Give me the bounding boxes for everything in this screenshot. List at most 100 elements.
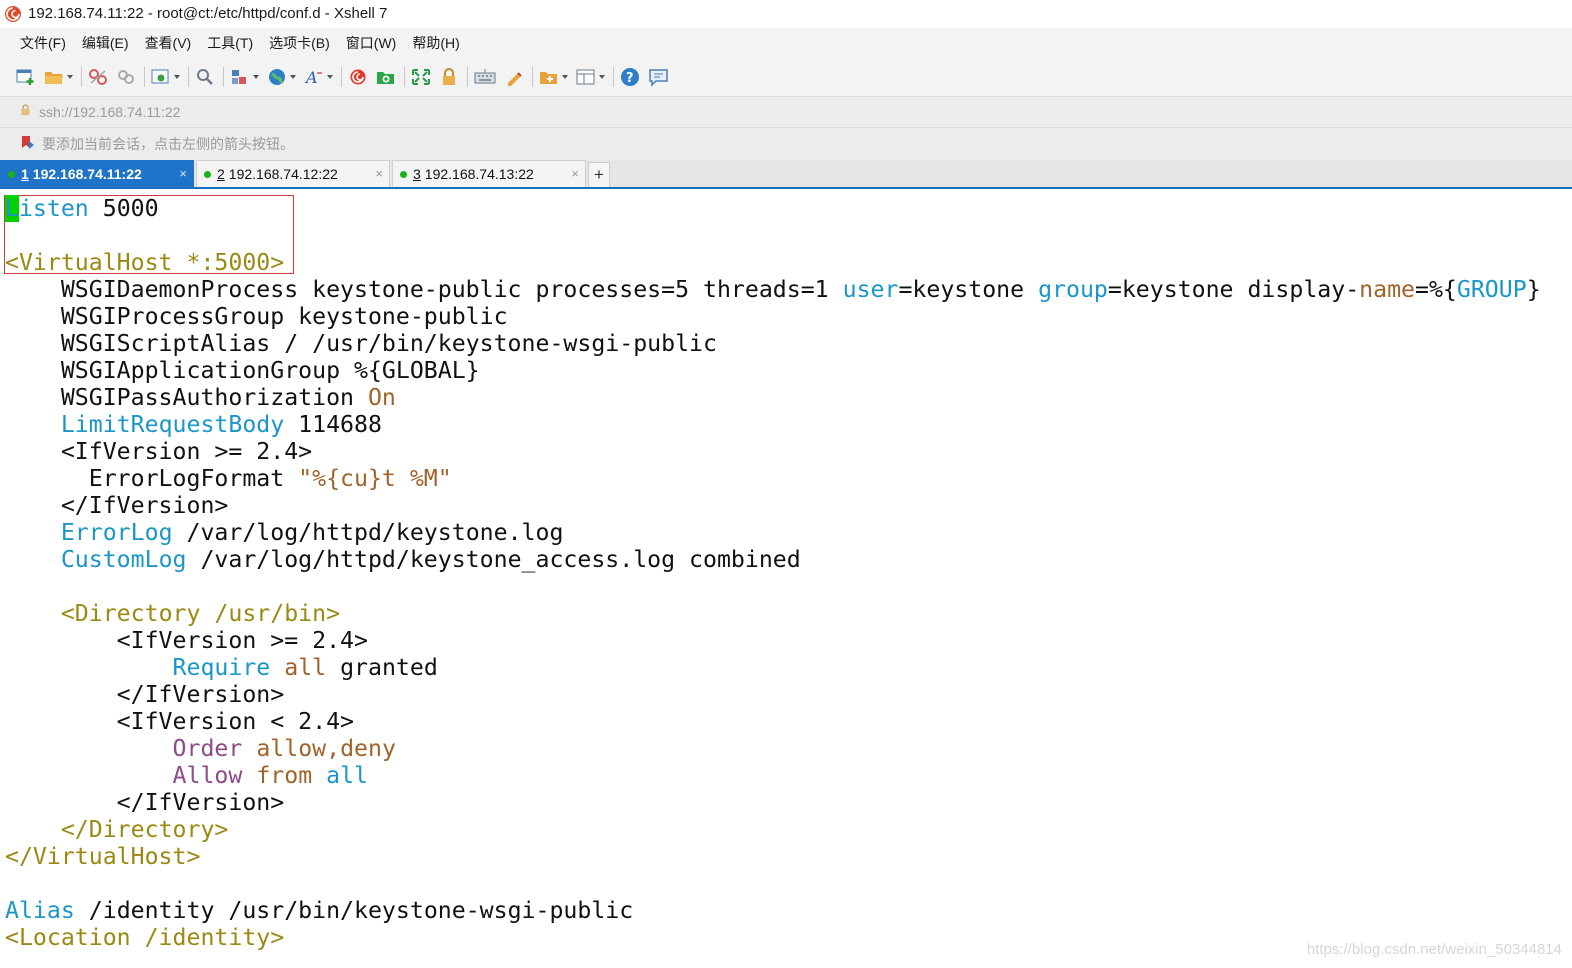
terminal-line: </IfVersion> (5, 681, 285, 708)
terminal-text: "%{cu}t %M" (298, 465, 452, 492)
terminal-line: </Directory> (5, 816, 229, 843)
terminal-text: WSGIPassAuthorization (5, 384, 368, 411)
close-tab-icon[interactable]: × (571, 166, 579, 181)
terminal-line: Listen 5000 (5, 195, 159, 222)
tab-session-2[interactable]: 2 192.168.74.12:22 × (196, 160, 390, 187)
globe-icon[interactable] (267, 68, 296, 86)
menu-tools[interactable]: 工具(T) (207, 33, 253, 53)
terminal-text: =%{ (1415, 276, 1457, 303)
font-icon[interactable]: A (304, 68, 333, 86)
terminal-line: </VirtualHost> (5, 843, 200, 870)
keyboard-icon[interactable] (474, 68, 496, 86)
terminal-text: GROUP (1456, 276, 1527, 303)
address-input[interactable]: ssh://192.168.74.11:22 (39, 104, 180, 120)
terminal-line: <IfVersion >= 2.4> (5, 627, 368, 654)
terminal-text: <IfVersion >= 2.4> (5, 627, 368, 654)
new-session-icon[interactable] (16, 68, 36, 86)
terminal-text: from (256, 762, 313, 789)
terminal-line: <Directory /usr/bin> (5, 600, 340, 627)
add-tab-button[interactable]: + (588, 162, 610, 187)
layout-icon[interactable] (576, 68, 605, 86)
terminal-text: name (1359, 276, 1415, 303)
terminal-text: /var/log/httpd/keystone.log (172, 519, 564, 546)
terminal-text: all (284, 654, 327, 681)
terminal-text: group (1038, 276, 1108, 303)
help-icon[interactable]: ? (620, 67, 640, 87)
terminal-line: WSGIPassAuthorization On (5, 384, 396, 411)
menu-file[interactable]: 文件(F) (20, 33, 66, 53)
terminal-cursor: L (5, 195, 19, 222)
terminal-text: =keystone (898, 276, 1039, 303)
terminal-line: Allow from all (5, 762, 368, 789)
terminal-line: LimitRequestBody 114688 (5, 411, 382, 438)
terminal-text: Allow (172, 762, 243, 789)
terminal-text: </VirtualHost> (5, 843, 201, 870)
terminal-text: user (842, 276, 899, 303)
connected-dot-icon (8, 170, 15, 178)
disconnect-icon[interactable] (88, 68, 108, 86)
terminal-text: ErrorLogFormat (5, 465, 299, 492)
terminal-text: LimitRequestBody (60, 411, 285, 438)
highlight-icon[interactable] (504, 68, 524, 86)
menu-view[interactable]: 查看(V) (145, 33, 192, 53)
open-folder-icon[interactable] (44, 68, 73, 86)
svg-text:A: A (304, 68, 318, 86)
tab-number: 1 (21, 166, 29, 182)
terminal-line: ErrorLogFormat "%{cu}t %M" (5, 465, 452, 492)
terminal-line: CustomLog /var/log/httpd/keystone_access… (5, 546, 801, 573)
xshell-logo-icon (4, 5, 22, 23)
tab-session-1[interactable]: 1 192.168.74.11:22 × (0, 160, 194, 187)
terminal-line: <IfVersion < 2.4> (5, 708, 354, 735)
tab-session-3[interactable]: 3 192.168.74.13:22 × (392, 160, 586, 187)
close-tab-icon[interactable]: × (375, 166, 383, 181)
terminal-line: Alias /identity /usr/bin/keystone-wsgi-p… (5, 897, 633, 924)
bookmark-arrow-icon[interactable] (20, 134, 36, 155)
svg-text:?: ? (626, 71, 634, 86)
connected-dot-icon (204, 170, 211, 178)
terminal-line: WSGIDaemonProcess keystone-public proces… (5, 276, 1541, 303)
session-tab-bar: 1 192.168.74.11:22 × 2 192.168.74.12:22 … (0, 160, 1572, 189)
terminal-text: Require (172, 654, 271, 681)
tab-number: 3 (413, 166, 421, 182)
xshell-icon[interactable] (348, 68, 368, 86)
find-icon[interactable] (195, 68, 215, 86)
terminal-text: /var/log/httpd/keystone_access.log combi… (186, 546, 801, 573)
chat-icon[interactable] (648, 67, 670, 87)
menu-help[interactable]: 帮助(H) (412, 33, 459, 53)
terminal-line: Require all granted (5, 654, 438, 681)
address-bar: ssh://192.168.74.11:22 (0, 96, 1572, 127)
title-bar: 192.168.74.11:22 - root@ct:/etc/httpd/co… (0, 0, 1572, 27)
connected-dot-icon (400, 170, 407, 178)
terminal-text: } (1526, 276, 1541, 303)
terminal-text: On (367, 384, 396, 411)
xshell-window: 192.168.74.11:22 - root@ct:/etc/httpd/co… (0, 0, 1572, 968)
hint-text: 要添加当前会话，点击左侧的箭头按钮。 (42, 136, 294, 152)
menu-tab[interactable]: 选项卡(B) (269, 33, 330, 53)
terminal-text: Alias (5, 897, 75, 924)
terminal-text: <Directory /usr/bin> (60, 600, 341, 627)
lock-icon (20, 103, 31, 121)
terminal-text: CustomLog (60, 546, 187, 573)
script-icon[interactable] (539, 68, 568, 86)
terminal-text: 114688 (284, 411, 382, 438)
fullscreen-icon[interactable] (411, 68, 431, 86)
menu-edit[interactable]: 编辑(E) (82, 33, 129, 53)
close-tab-icon[interactable]: × (179, 166, 187, 181)
xftp-icon[interactable] (376, 68, 396, 86)
reconnect-icon[interactable] (116, 68, 136, 86)
lock-icon[interactable] (439, 68, 459, 86)
properties-icon[interactable] (151, 68, 180, 86)
terminal-screen[interactable]: Listen 5000 <VirtualHost *:5000> WSGIDaem… (0, 191, 1572, 968)
terminal-text: WSGIProcessGroup keystone-public (5, 303, 508, 330)
menu-window[interactable]: 窗口(W) (346, 33, 397, 53)
transfer-icon[interactable] (230, 68, 259, 86)
tab-label: 192.168.74.13:22 (424, 166, 534, 182)
